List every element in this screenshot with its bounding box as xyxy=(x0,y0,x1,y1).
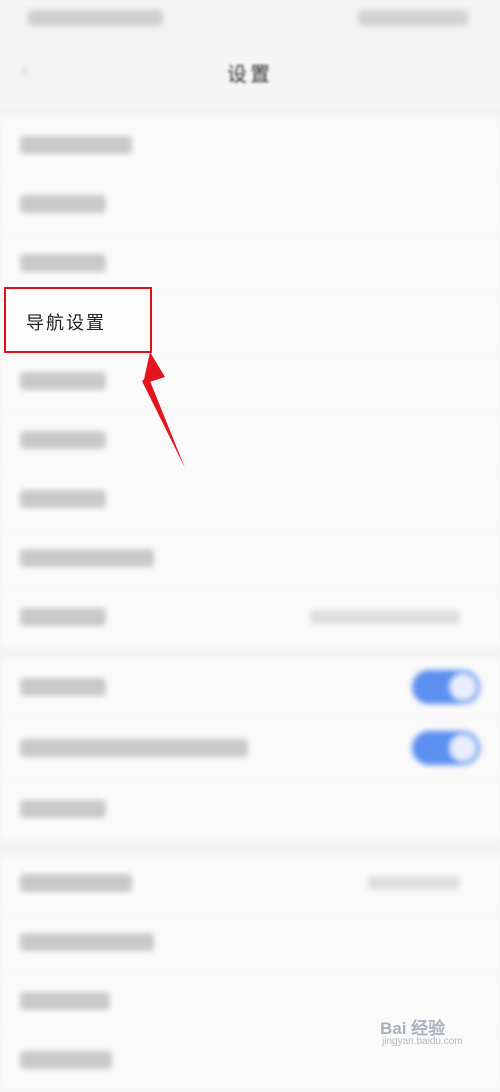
settings-row[interactable] xyxy=(0,177,500,236)
toggle-switch[interactable] xyxy=(412,731,480,765)
settings-group-3 xyxy=(0,856,500,1092)
settings-row-toggle[interactable] xyxy=(0,658,500,719)
toggle-knob xyxy=(449,734,477,762)
baidu-jingyan-watermark: Bai 经验 jingyan.baidu.com xyxy=(380,1014,476,1052)
settings-row[interactable] xyxy=(0,531,500,590)
settings-row[interactable] xyxy=(0,590,500,649)
status-bar-right-icons xyxy=(358,10,468,26)
settings-row[interactable] xyxy=(0,472,500,531)
settings-row[interactable] xyxy=(0,915,500,974)
navigation-settings-item[interactable]: 导航设置 xyxy=(4,287,152,353)
settings-group-1 xyxy=(0,118,500,649)
watermark-sub-text: jingyan.baidu.com xyxy=(382,1036,463,1047)
settings-row[interactable] xyxy=(0,780,500,841)
settings-row[interactable] xyxy=(0,118,500,177)
settings-group-2 xyxy=(0,658,500,841)
toggle-knob xyxy=(449,673,477,701)
settings-row[interactable] xyxy=(0,413,500,472)
settings-header: ‹ 设置 xyxy=(0,40,500,106)
settings-row-toggle[interactable] xyxy=(0,719,500,780)
status-bar-left-info xyxy=(28,10,163,26)
page-title: 设置 xyxy=(227,62,273,86)
status-bar xyxy=(0,0,500,40)
toggle-switch[interactable] xyxy=(412,670,480,704)
navigation-settings-label: 导航设置 xyxy=(26,313,106,334)
settings-row[interactable] xyxy=(0,856,500,915)
settings-row[interactable] xyxy=(0,354,500,413)
